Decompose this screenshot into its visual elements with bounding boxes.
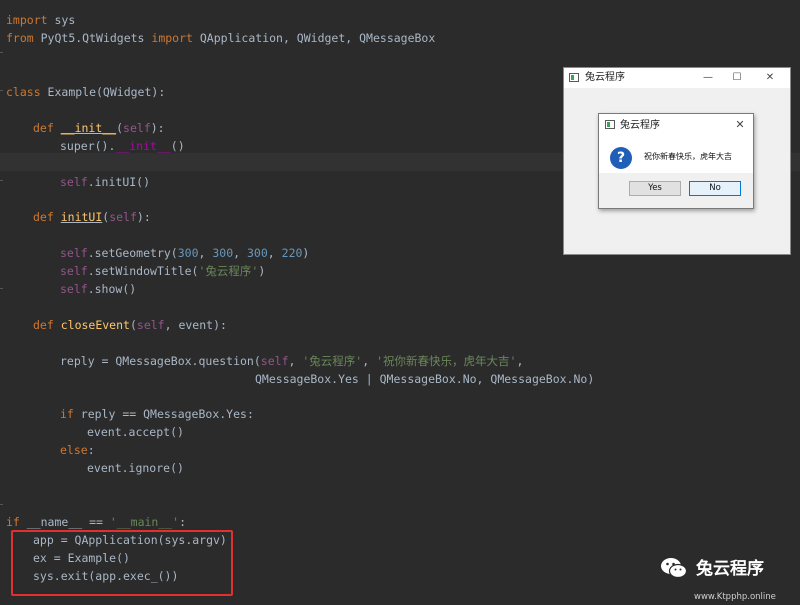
fold-marker xyxy=(0,288,3,289)
fold-marker xyxy=(0,504,3,505)
wechat-icon xyxy=(661,558,688,579)
code-line-14: if reply == QMessageBox.Yes: xyxy=(60,407,254,421)
window-titlebar[interactable]: 兔云程序 — ☐ ✕ xyxy=(564,68,790,88)
code-line-13: QMessageBox.Yes | QMessageBox.No, QMessa… xyxy=(255,372,595,386)
code-line-4: def __init__(self): xyxy=(33,121,165,135)
code-line-8: self.setGeometry(300, 300, 300, 220) xyxy=(60,246,310,260)
code-line-15: event.accept() xyxy=(87,425,184,439)
code-line-9: self.setWindowTitle('兔云程序') xyxy=(60,264,266,278)
message-box[interactable]: 兔云程序 ✕ ? 祝你新春快乐，虎年大吉 Yes No xyxy=(598,113,754,209)
close-icon[interactable]: ✕ xyxy=(733,119,747,131)
minimize-icon[interactable]: — xyxy=(701,72,715,84)
watermark-text: 兔云程序 xyxy=(696,559,764,579)
close-icon[interactable]: ✕ xyxy=(763,72,777,84)
message-box-title: 兔云程序 xyxy=(620,120,660,131)
window-title: 兔云程序 xyxy=(585,72,625,83)
maximize-icon[interactable]: ☐ xyxy=(730,72,744,84)
fold-marker xyxy=(0,52,3,53)
code-line-2: from PyQt5.QtWidgets import QApplication… xyxy=(6,31,436,45)
code-line-10: self.show() xyxy=(60,282,137,296)
watermark-url: www.Ktpphp.online xyxy=(694,592,776,602)
code-line-1: import sys xyxy=(6,13,76,27)
code-line-6: self.initUI() xyxy=(60,175,151,189)
fold-marker xyxy=(0,180,3,181)
highlight-box xyxy=(11,530,233,596)
code-line-5: super().__init__() xyxy=(60,139,185,153)
app-icon xyxy=(569,73,579,82)
no-button[interactable]: No xyxy=(689,181,741,196)
yes-button[interactable]: Yes xyxy=(629,181,681,196)
message-text: 祝你新春快乐，虎年大吉 xyxy=(644,152,732,161)
question-icon: ? xyxy=(610,147,632,169)
code-line-3: class Example(QWidget): xyxy=(6,85,166,99)
code-line-7: def initUI(self): xyxy=(33,210,151,224)
code-line-17: event.ignore() xyxy=(87,461,184,475)
code-line-18: if __name__ == '__main__': xyxy=(6,515,187,529)
code-line-16: else: xyxy=(60,443,95,457)
app-icon xyxy=(605,120,615,129)
fold-marker xyxy=(0,90,3,91)
code-line-11: def closeEvent(self, event): xyxy=(33,318,227,332)
code-line-12: reply = QMessageBox.question(self, '兔云程序… xyxy=(60,354,524,368)
